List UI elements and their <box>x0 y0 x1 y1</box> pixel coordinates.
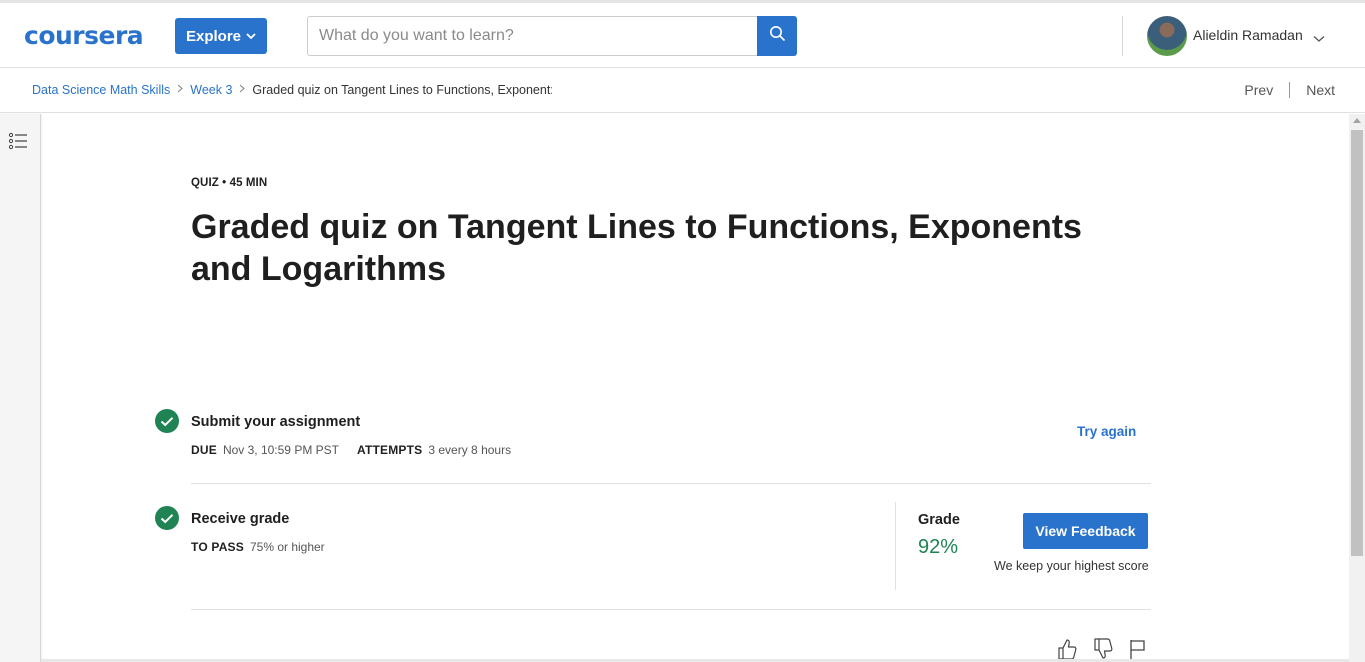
header-divider <box>1122 16 1123 56</box>
site-header: coursera Explore What do you want to lea… <box>0 3 1365 68</box>
view-feedback-button[interactable]: View Feedback <box>1023 513 1148 549</box>
breadcrumb-current: Graded quiz on Tangent Lines to Function… <box>252 83 553 97</box>
check-circle-icon <box>155 506 179 530</box>
check-circle-icon <box>155 409 179 433</box>
to-pass-value: 75% or higher <box>249 540 325 554</box>
section-divider <box>191 483 1151 484</box>
chevron-down-icon[interactable] <box>1313 30 1325 48</box>
grade-label: Grade <box>918 512 960 528</box>
scroll-thumb[interactable] <box>1351 130 1363 556</box>
scroll-up-arrow[interactable] <box>1353 118 1361 123</box>
breadcrumb-course[interactable]: Data Science Math Skills <box>32 83 170 97</box>
section-divider <box>191 609 1151 610</box>
explore-button[interactable]: Explore <box>175 18 267 54</box>
attempts-value: 3 every 8 hours <box>428 443 512 457</box>
receive-step-title: Receive grade <box>191 511 290 527</box>
grade-value: 92% <box>918 536 959 558</box>
attempts-label: ATTEMPTS <box>357 443 423 457</box>
list-menu-icon <box>8 132 28 154</box>
page-scrollbar[interactable] <box>1349 114 1365 662</box>
search-button[interactable] <box>757 16 797 56</box>
due-label: DUE <box>191 443 217 457</box>
try-again-link[interactable]: Try again <box>1077 424 1136 439</box>
breadcrumb-bar: Data Science Math Skills Week 3 Graded q… <box>0 69 1365 113</box>
prev-button[interactable]: Prev <box>1244 82 1273 98</box>
nav-divider <box>1289 82 1291 98</box>
chevron-down-icon <box>246 32 256 43</box>
sidebar-rail <box>0 114 41 662</box>
breadcrumb-week[interactable]: Week 3 <box>190 83 232 97</box>
sidebar-toggle-button[interactable] <box>8 132 28 155</box>
chevron-right-icon <box>239 84 246 96</box>
search-icon <box>769 25 786 47</box>
submit-step-info: DUE Nov 3, 10:59 PM PST ATTEMPTS 3 every 8 … <box>191 443 511 457</box>
user-avatar[interactable] <box>1147 16 1187 56</box>
due-value: Nov 3, 10:59 PM PST <box>222 443 339 457</box>
explore-label: Explore <box>185 27 242 45</box>
user-name[interactable]: Alieldin Ramadan <box>1193 27 1303 43</box>
highest-score-note: We keep your highest score <box>994 559 1149 573</box>
chevron-right-icon <box>177 84 184 96</box>
item-navigation: Prev Next <box>1244 82 1335 98</box>
receive-step-info: TO PASS 75% or higher <box>191 540 325 554</box>
quiz-meta: QUIZ • 45 MIN <box>191 177 268 189</box>
breadcrumb: Data Science Math Skills Week 3 Graded q… <box>32 83 552 97</box>
to-pass-label: TO PASS <box>191 540 244 554</box>
coursera-logo[interactable]: coursera <box>24 21 144 50</box>
next-button[interactable]: Next <box>1306 82 1335 98</box>
page-title: Graded quiz on Tangent Lines to Function… <box>191 208 1082 288</box>
submit-step-title: Submit your assignment <box>191 414 361 430</box>
search-input[interactable]: What do you want to learn? <box>307 16 758 56</box>
grade-divider <box>895 502 896 590</box>
